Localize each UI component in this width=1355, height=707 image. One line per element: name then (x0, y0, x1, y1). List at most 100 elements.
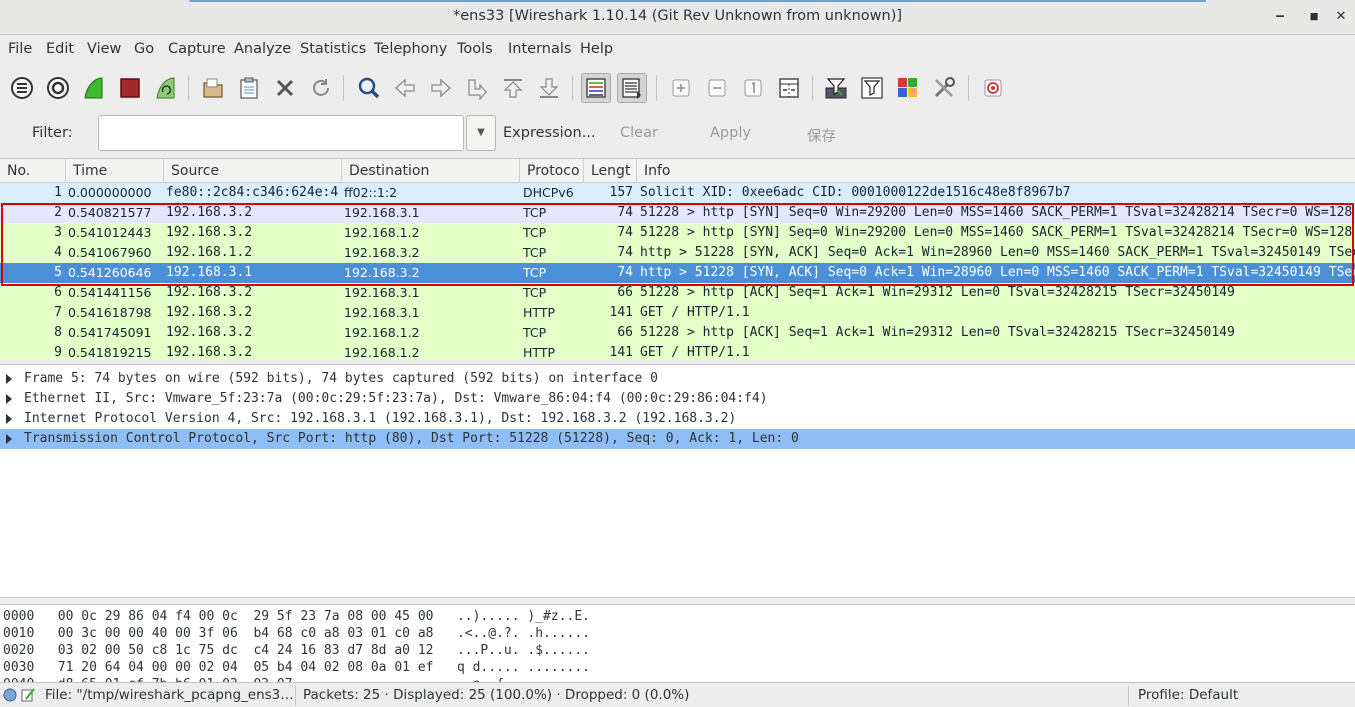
packet-len: 74 (617, 205, 633, 220)
packet-src: 192.168.3.2 (166, 285, 253, 300)
auto-scroll-icon[interactable] (617, 73, 647, 103)
restart-capture-icon[interactable] (151, 73, 181, 103)
packet-row[interactable]: 4 0.541067960 192.168.1.2 192.168.3.2 TCP 74 h… (0, 243, 1355, 263)
packet-row[interactable]: 7 0.541618798 192.168.3.2 192.168.3.1 HTTP 14… (0, 303, 1355, 323)
menu-file[interactable]: File (8, 41, 32, 57)
hex-dump-row[interactable]: 0030 71 20 64 04 00 00 02 04 05 b4 04 02… (3, 659, 590, 676)
packet-dst: 192.168.1.2 (344, 345, 420, 360)
detail-tree-row[interactable]: Transmission Control Protocol, Src Port:… (0, 429, 1355, 449)
packet-info: Solicit XID: 0xee6adc CID: 0001000122de1… (640, 185, 1071, 200)
hex-dump-row[interactable]: 0020 03 02 00 50 c8 1c 75 dc c4 24 16 83… (3, 642, 590, 659)
column-time[interactable]: Time (66, 159, 164, 183)
packet-info: GET / HTTP/1.1 (640, 345, 750, 360)
packet-src: 192.168.3.1 (166, 265, 253, 280)
menu-view[interactable]: View (87, 41, 121, 57)
packet-time: 0.541819215 (68, 345, 152, 360)
menu-analyze[interactable]: Analyze (234, 41, 291, 57)
go-back-icon[interactable] (390, 73, 420, 103)
menu-statistics[interactable]: Statistics (300, 41, 366, 57)
help-icon[interactable] (978, 73, 1008, 103)
menu-telephony[interactable]: Telephony (374, 41, 447, 57)
menu-internals[interactable]: Internals (508, 41, 571, 57)
expression-button[interactable]: Expression... (503, 125, 596, 141)
packet-dst: 192.168.1.2 (344, 325, 420, 340)
column-info[interactable]: Info (637, 159, 1355, 183)
close-file-icon[interactable] (270, 73, 300, 103)
menu-edit[interactable]: Edit (46, 41, 74, 57)
packet-row[interactable]: 8 0.541745091 192.168.3.2 192.168.1.2 TCP 66 5… (0, 323, 1355, 343)
hex-dump-row[interactable]: 0000 00 0c 29 86 04 f4 00 0c 29 5f 23 7a… (3, 608, 590, 625)
menu-help[interactable]: Help (580, 41, 613, 57)
find-packet-icon[interactable] (354, 73, 384, 103)
packet-row[interactable]: 5 0.541260646 192.168.3.1 192.168.3.2 TCP 74 h… (0, 263, 1355, 283)
status-separator (1128, 686, 1129, 705)
clear-button[interactable]: Clear (620, 125, 658, 141)
packet-row[interactable]: 6 0.541441156 192.168.3.2 192.168.3.1 TCP 66 5… (0, 283, 1355, 303)
filter-history-dropdown[interactable]: ▼ (466, 115, 496, 151)
start-capture-icon[interactable] (79, 73, 109, 103)
go-first-icon[interactable] (498, 73, 528, 103)
packet-row[interactable]: 3 0.541012443 192.168.3.2 192.168.1.2 TCP 74 5… (0, 223, 1355, 243)
column-source[interactable]: Source (164, 159, 342, 183)
detail-tree-row[interactable]: Ethernet II, Src: Vmware_5f:23:7a (00:0c… (0, 389, 1355, 409)
close-button[interactable]: ✕ (1329, 6, 1353, 28)
packet-dst: 192.168.3.2 (344, 245, 420, 260)
packet-src: 192.168.3.2 (166, 205, 253, 220)
coloring-rules-icon[interactable] (893, 73, 923, 103)
column-length[interactable]: Lengt (584, 159, 637, 183)
expand-arrow-icon[interactable] (6, 394, 12, 404)
packet-info: 51228 > http [ACK] Seq=1 Ack=1 Win=29312… (640, 325, 1235, 340)
detail-tree-row[interactable]: Frame 5: 74 bytes on wire (592 bits), 74… (0, 369, 1355, 389)
go-forward-icon[interactable] (426, 73, 456, 103)
options-icon[interactable] (43, 73, 73, 103)
detail-tree-row[interactable]: Internet Protocol Version 4, Src: 192.16… (0, 409, 1355, 429)
hex-dump-row[interactable]: 0010 00 3c 00 00 40 00 3f 06 b4 68 c0 a8… (3, 625, 590, 642)
interfaces-icon[interactable] (7, 73, 37, 103)
column-no[interactable]: No. (0, 159, 66, 183)
edit-comment-icon[interactable] (20, 687, 36, 703)
display-filters-icon[interactable] (857, 73, 887, 103)
colorize-icon[interactable] (581, 73, 611, 103)
packet-time: 0.541745091 (68, 325, 152, 340)
stop-capture-icon[interactable] (115, 73, 145, 103)
expand-arrow-icon[interactable] (6, 374, 12, 384)
minimize-button[interactable]: ‒ (1268, 6, 1292, 28)
resize-columns-icon[interactable] (774, 73, 804, 103)
packet-no: 7 (54, 305, 62, 320)
packet-row[interactable]: 9 0.541819215 192.168.3.2 192.168.1.2 HTTP 14… (0, 343, 1355, 360)
expand-arrow-icon[interactable] (6, 414, 12, 424)
maximize-button[interactable]: ◾ (1302, 6, 1326, 28)
apply-button[interactable]: Apply (710, 125, 751, 141)
packet-no: 1 (54, 185, 62, 200)
column-protocol[interactable]: Protoco (520, 159, 584, 183)
column-destination[interactable]: Destination (342, 159, 520, 183)
zoom-normal-icon[interactable] (738, 73, 768, 103)
packet-row[interactable]: 2 0.540821577 192.168.3.2 192.168.3.1 TCP 74 5… (0, 203, 1355, 223)
menu-capture[interactable]: Capture (168, 41, 226, 57)
packet-time: 0.000000000 (68, 185, 152, 200)
preferences-icon[interactable] (929, 73, 959, 103)
main-toolbar (0, 65, 1355, 109)
packet-details: Frame 5: 74 bytes on wire (592 bits), 74… (0, 364, 1355, 598)
save-filter-button[interactable]: 保存 (807, 125, 836, 146)
status-profile[interactable]: Profile: Default (1138, 687, 1238, 703)
packet-info: http > 51228 [SYN, ACK] Seq=0 Ack=1 Win=… (640, 245, 1355, 260)
packet-row[interactable]: 1 0.000000000 fe80::2c84:c346:624e:4 ff02::… (0, 183, 1355, 203)
expand-arrow-icon[interactable] (6, 434, 12, 444)
zoom-out-icon[interactable] (702, 73, 732, 103)
zoom-in-icon[interactable] (666, 73, 696, 103)
packet-proto: TCP (523, 325, 547, 340)
capture-filters-icon[interactable] (821, 73, 851, 103)
menu-tools[interactable]: Tools (457, 41, 493, 57)
open-file-icon[interactable] (198, 73, 228, 103)
packet-time: 0.540821577 (68, 205, 152, 220)
packet-time: 0.541012443 (68, 225, 152, 240)
filter-input[interactable] (98, 115, 464, 151)
detail-text: Transmission Control Protocol, Src Port:… (24, 431, 799, 446)
menu-go[interactable]: Go (134, 41, 154, 57)
go-to-packet-icon[interactable] (462, 73, 492, 103)
reload-icon[interactable] (306, 73, 336, 103)
go-last-icon[interactable] (534, 73, 564, 103)
save-file-icon[interactable] (234, 73, 264, 103)
packet-no: 6 (54, 285, 62, 300)
